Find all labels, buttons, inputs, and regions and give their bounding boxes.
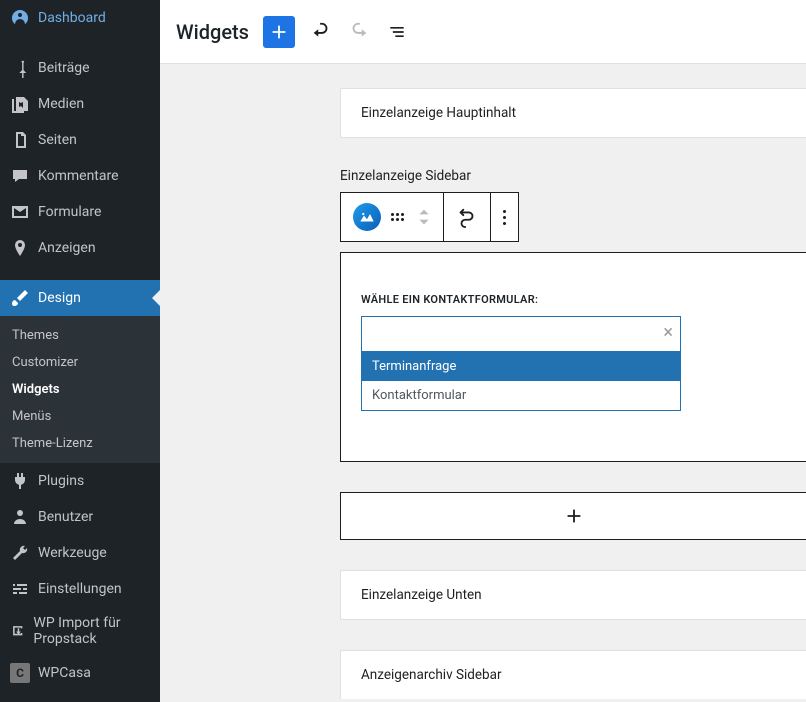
chevron-up-icon <box>417 207 431 217</box>
redo-button[interactable] <box>347 20 371 44</box>
clear-input-button[interactable]: × <box>663 324 673 342</box>
submenu-themes[interactable]: Themes <box>0 322 160 349</box>
sidebar-item-design[interactable]: Design <box>0 280 160 316</box>
sidebar-item-pages[interactable]: Seiten <box>0 122 160 158</box>
block-toolbar <box>340 192 519 242</box>
block-body: Wähle ein Kontaktformular: × Terminanfra… <box>340 252 806 462</box>
wpcasa-icon: C <box>10 663 30 683</box>
undo-icon <box>310 21 332 43</box>
widget-area-title: Anzeigenarchiv Sidebar <box>341 651 806 699</box>
block-more-options[interactable] <box>491 193 518 241</box>
user-icon <box>10 507 30 527</box>
menu-label: WP Import für Propstack <box>33 615 152 647</box>
mountain-icon <box>358 210 376 224</box>
path-icon <box>456 206 478 228</box>
page-icon <box>10 130 30 150</box>
sliders-icon <box>10 579 30 599</box>
sidebar-item-settings[interactable]: Einstellungen <box>0 571 160 607</box>
widget-area-single-sidebar: Einzelanzeige Sidebar <box>340 168 806 462</box>
envelope-icon <box>10 202 30 222</box>
media-icon <box>10 94 30 114</box>
design-submenu: Themes Customizer Widgets Menüs Theme-Li… <box>0 316 160 463</box>
editor-topbar: Widgets <box>160 0 806 64</box>
menu-label: Einstellungen <box>38 581 122 597</box>
widget-area-title: Einzelanzeige Hauptinhalt <box>341 89 806 137</box>
sidebar-item-listings[interactable]: Anzeigen <box>0 230 160 266</box>
menu-label: Medien <box>38 96 84 112</box>
marker-icon <box>10 238 30 258</box>
submenu-widgets[interactable]: Widgets <box>0 376 160 403</box>
add-block-button-top[interactable] <box>263 16 295 48</box>
menu-label: Seiten <box>38 132 77 148</box>
contact-form-input[interactable] <box>361 316 681 352</box>
brush-icon <box>10 288 30 308</box>
submenu-customizer[interactable]: Customizer <box>0 349 160 376</box>
menu-label: Werkzeuge <box>38 545 107 561</box>
menu-label: Plugins <box>38 473 84 489</box>
combo-option[interactable]: Terminanfrage <box>362 352 680 381</box>
list-view-button[interactable] <box>385 20 409 44</box>
sidebar-item-users[interactable]: Benutzer <box>0 499 160 535</box>
pin-icon <box>10 58 30 78</box>
plus-icon <box>563 505 585 527</box>
menu-label: Kommentare <box>38 168 119 184</box>
widget-area-single-bottom[interactable]: Einzelanzeige Unten <box>340 570 806 620</box>
wrench-icon <box>10 543 30 563</box>
widget-area-title: Einzelanzeige Unten <box>341 571 806 619</box>
block-movers[interactable] <box>417 207 431 227</box>
plug-icon <box>10 471 30 491</box>
contact-form-select: × Terminanfrage Kontaktformular <box>361 316 681 411</box>
sidebar-item-tools[interactable]: Werkzeuge <box>0 535 160 571</box>
download-icon <box>10 621 25 641</box>
sidebar-item-plugins[interactable]: Plugins <box>0 463 160 499</box>
more-vertical-icon <box>503 210 506 225</box>
redo-icon <box>348 21 370 43</box>
menu-label: Anzeigen <box>38 240 96 256</box>
block-type-icon[interactable] <box>353 203 381 231</box>
submenu-theme-license[interactable]: Theme-Lizenz <box>0 430 160 457</box>
widget-area-archive-sidebar[interactable]: Anzeigenarchiv Sidebar <box>340 650 806 699</box>
menu-label: Design <box>38 290 81 306</box>
main: Widgets Einzelanzeige Hauptinhalt Einzel… <box>160 0 806 702</box>
drag-handle[interactable] <box>391 213 407 221</box>
sidebar-item-comments[interactable]: Kommentare <box>0 158 160 194</box>
comment-icon <box>10 166 30 186</box>
form-label: Wähle ein Kontaktformular: <box>361 293 786 306</box>
add-block-inline-button[interactable] <box>340 492 806 540</box>
page-title: Widgets <box>176 20 249 44</box>
chevron-down-icon <box>417 217 431 227</box>
menu-label: Beiträge <box>38 60 90 76</box>
sidebar-item-forms[interactable]: Formulare <box>0 194 160 230</box>
submenu-menus[interactable]: Menüs <box>0 403 160 430</box>
gauge-icon <box>10 8 30 28</box>
combo-dropdown: Terminanfrage Kontaktformular <box>361 352 681 411</box>
block-parent-select[interactable] <box>444 193 491 241</box>
menu-label: Dashboard <box>38 10 106 26</box>
admin-sidebar: Dashboard Beiträge Medien Seiten Komment… <box>0 0 160 702</box>
menu-label: WPCasa <box>38 665 91 681</box>
sidebar-item-dashboard[interactable]: Dashboard <box>0 0 160 36</box>
menu-label: Benutzer <box>38 509 93 525</box>
sidebar-item-posts[interactable]: Beiträge <box>0 50 160 86</box>
combo-option[interactable]: Kontaktformular <box>362 381 680 410</box>
sidebar-item-wpcasa[interactable]: C WPCasa <box>0 655 160 691</box>
plus-icon <box>268 21 290 43</box>
widget-area-title: Einzelanzeige Sidebar <box>340 168 806 184</box>
content-area: Einzelanzeige Hauptinhalt Einzelanzeige … <box>160 64 806 702</box>
undo-button[interactable] <box>309 20 333 44</box>
widget-area-single-main[interactable]: Einzelanzeige Hauptinhalt <box>340 88 806 138</box>
list-view-icon <box>387 22 407 42</box>
close-icon: × <box>663 322 673 343</box>
sidebar-item-wp-import[interactable]: WP Import für Propstack <box>0 607 160 655</box>
sidebar-item-media[interactable]: Medien <box>0 86 160 122</box>
menu-label: Formulare <box>38 204 101 220</box>
